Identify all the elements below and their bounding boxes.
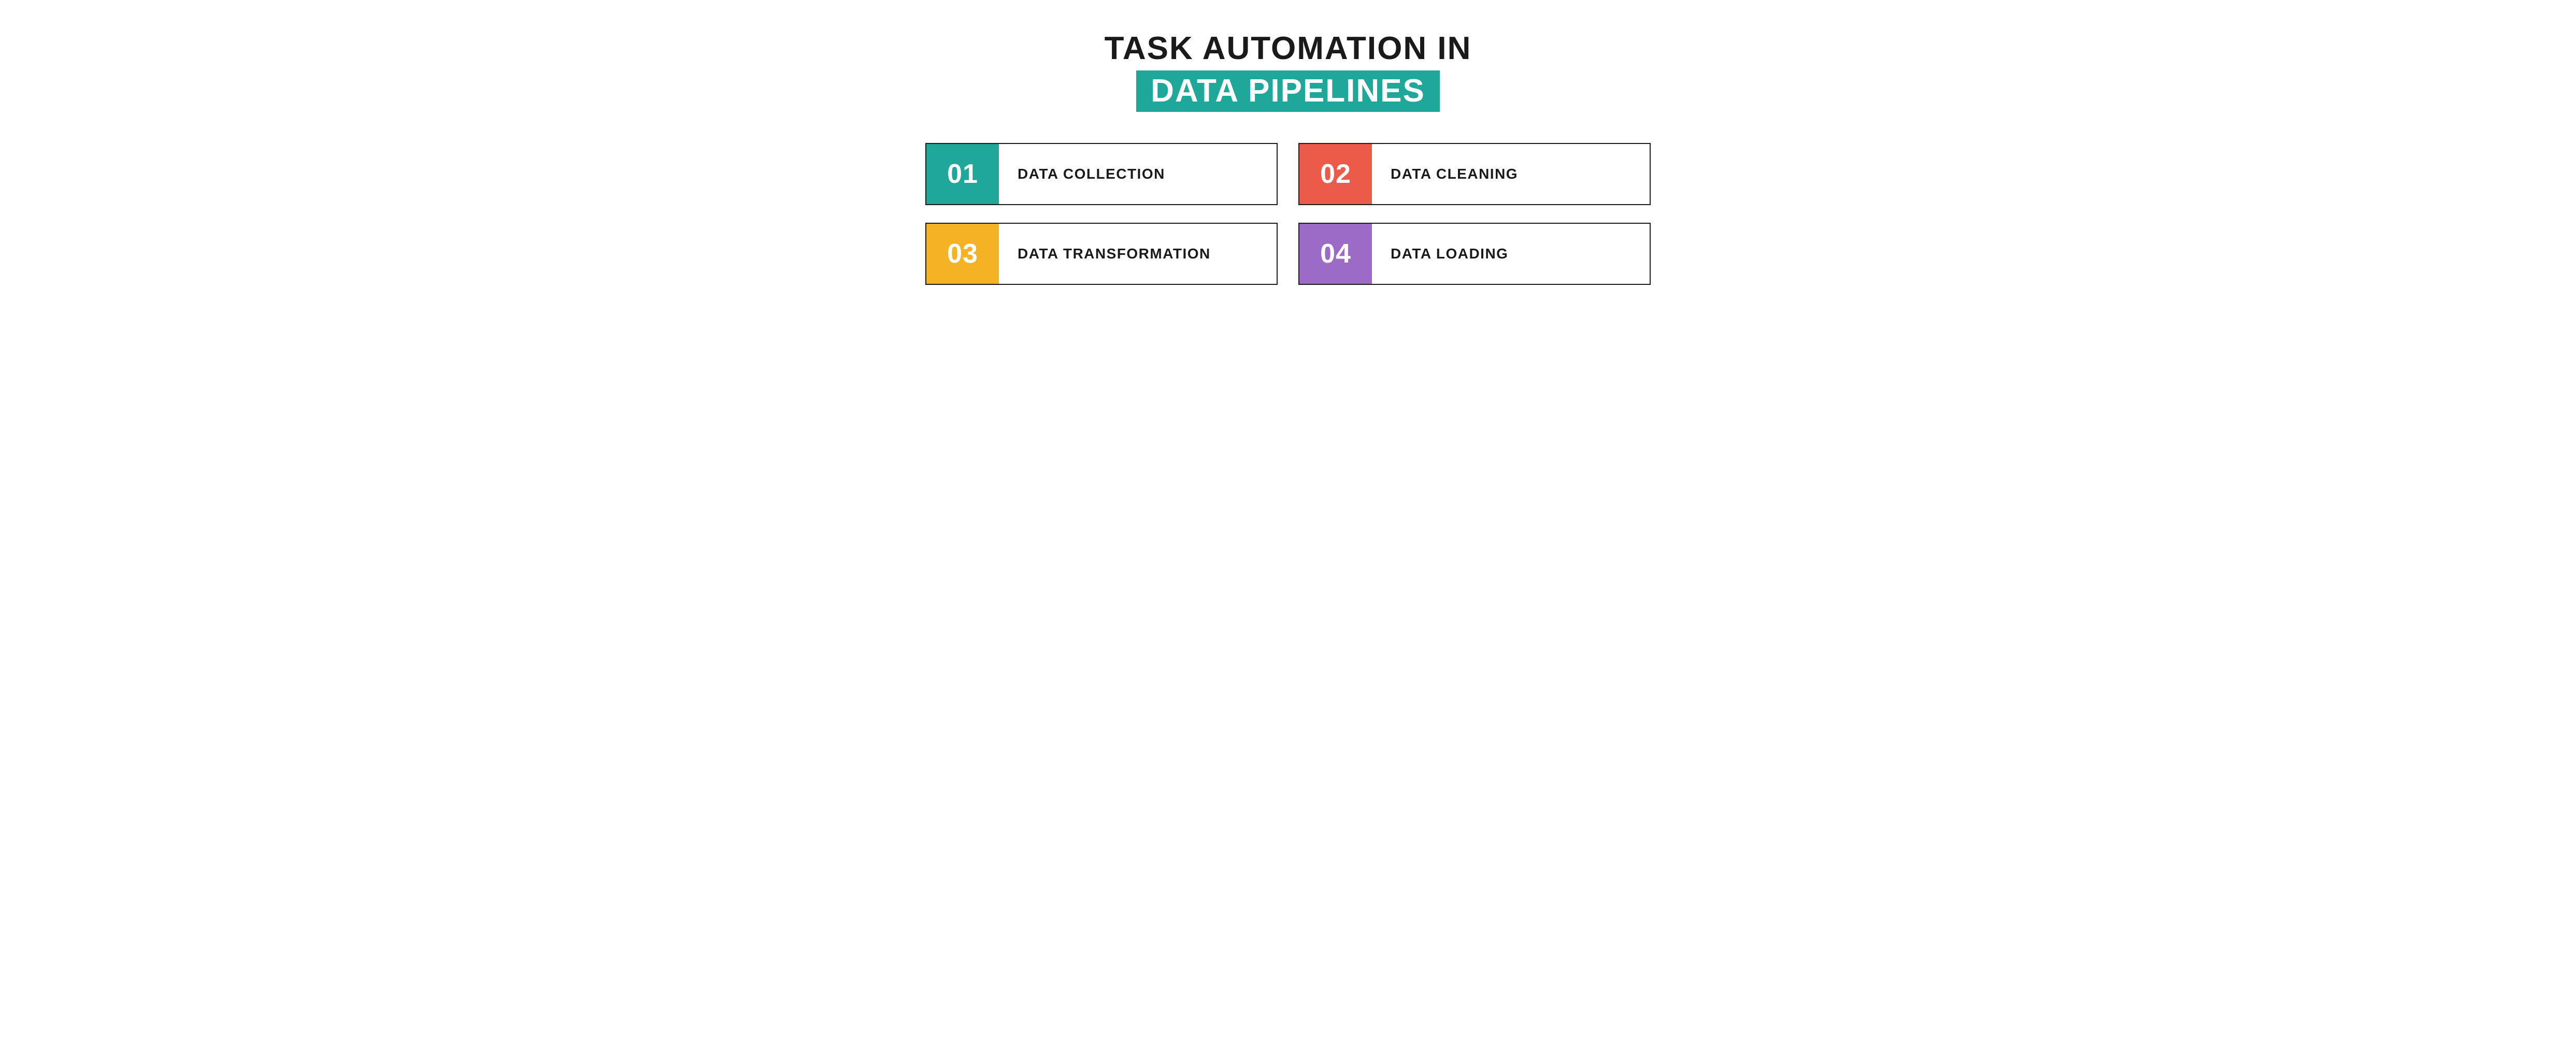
- step-number: 04: [1299, 224, 1372, 284]
- step-number: 02: [1299, 144, 1372, 204]
- step-card-04: 04 DATA LOADING: [1298, 223, 1651, 285]
- step-label: DATA COLLECTION: [999, 144, 1277, 204]
- step-number: 01: [926, 144, 999, 204]
- step-label: DATA TRANSFORMATION: [999, 224, 1277, 284]
- step-label: DATA CLEANING: [1372, 144, 1650, 204]
- step-number: 03: [926, 224, 999, 284]
- steps-grid: 01 DATA COLLECTION 02 DATA CLEANING 03 D…: [925, 143, 1651, 285]
- step-label: DATA LOADING: [1372, 224, 1650, 284]
- diagram-container: TASK AUTOMATION IN DATA PIPELINES 01 DAT…: [925, 31, 1651, 285]
- step-card-02: 02 DATA CLEANING: [1298, 143, 1651, 205]
- title-line-2: DATA PIPELINES: [1136, 70, 1440, 112]
- title-block: TASK AUTOMATION IN DATA PIPELINES: [925, 31, 1651, 112]
- title-line-1: TASK AUTOMATION IN: [925, 31, 1651, 66]
- step-card-03: 03 DATA TRANSFORMATION: [925, 223, 1278, 285]
- step-card-01: 01 DATA COLLECTION: [925, 143, 1278, 205]
